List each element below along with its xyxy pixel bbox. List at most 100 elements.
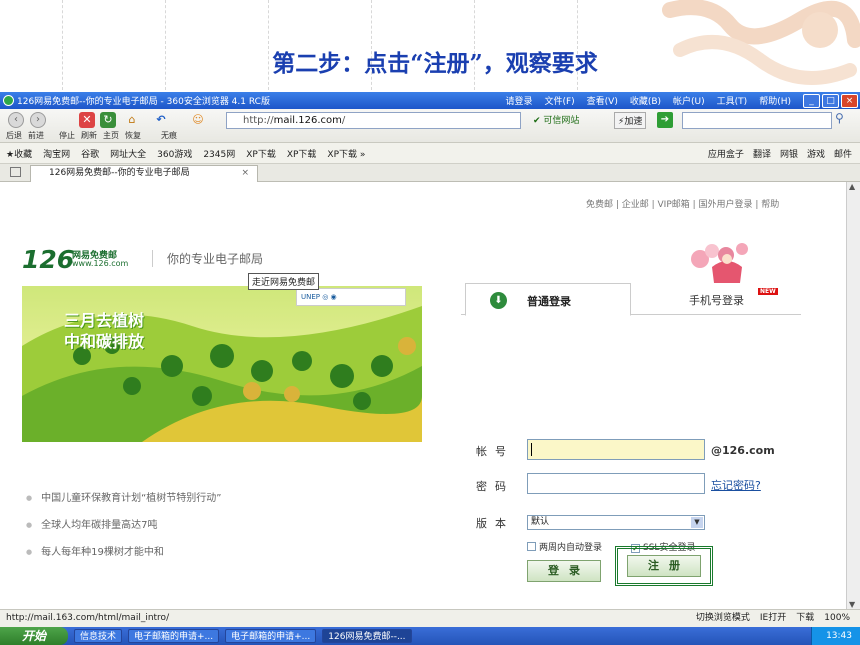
fav-xp-label: XP下载 (327, 149, 358, 160)
list-item[interactable]: 全球人均年碳排量高达7吨 (26, 516, 221, 531)
nav-labels: 后退 前进 停止 刷新 主页 恢复 无痕 (6, 130, 177, 141)
fav-google-label: 谷歌 (81, 149, 100, 160)
search-icon[interactable]: ⚲ (835, 111, 844, 125)
tab-normal-login[interactable]: ⬇ 普通登录 (465, 283, 631, 316)
tab-126mail[interactable]: 126网易免费邮--你的专业电子邮局 × (30, 165, 258, 182)
menu-account[interactable]: 帐户(U) (673, 94, 705, 107)
navigation-toolbar: ‹ › ✕ ↻ ⌂ ↶ ☺ 后退 前进 停止 刷新 主页 恢复 无痕 http:… (0, 109, 860, 143)
stop-icon[interactable]: ✕ (79, 112, 95, 128)
netbank[interactable]: 网银 (780, 147, 798, 160)
forward-icon[interactable]: › (30, 112, 46, 128)
list-item[interactable]: 每人每年种19棵树才能中和 (26, 543, 221, 558)
text-cursor (531, 443, 532, 456)
address-suffix: / (341, 115, 346, 126)
app-box[interactable]: 应用盒子 (708, 147, 744, 160)
vertical-scrollbar[interactable]: ▲ ▼ (846, 182, 860, 609)
fav-hao-label: 网址大全 (110, 149, 147, 160)
logo[interactable]: 126 网易免费邮 www.126.com (22, 245, 128, 274)
refresh-icon[interactable]: ↻ (100, 112, 116, 128)
fav-xp-2[interactable]: XP下载 (287, 147, 317, 160)
favorites-bar: ★收藏 淘宝网 谷歌 网址大全 360游戏 2345网 XP下载 XP下载 XP… (0, 143, 860, 164)
menu-view[interactable]: 查看(V) (587, 94, 618, 107)
zoom-level[interactable]: 100% (824, 610, 850, 627)
account-label: 帐号 (476, 445, 514, 458)
remember-checkbox[interactable]: 两周内自动登录 (527, 540, 602, 553)
logo-number: 126 (22, 245, 75, 274)
fav-collect[interactable]: ★收藏 (6, 147, 32, 160)
menu-file[interactable]: 文件(F) (544, 94, 574, 107)
tab-mobile-login[interactable]: 手机号登录 (689, 292, 744, 308)
taskbar-item[interactable]: 126网易免费邮--... (322, 629, 412, 643)
menu-login[interactable]: 请登录 (505, 94, 532, 107)
nav-label-stop: 停止 (59, 131, 75, 140)
address-host: mail.126.com (273, 115, 342, 126)
restore-icon[interactable]: ↶ (153, 112, 169, 128)
remember-label: 两周内自动登录 (539, 543, 603, 553)
slide-title: 第二步：点击“注册”，观察要求 (272, 50, 598, 77)
fav-2345[interactable]: 2345网 (203, 147, 235, 160)
fav-xp-label: XP下载 (246, 149, 276, 160)
mail[interactable]: 邮件 (834, 147, 852, 160)
go-button[interactable]: ➔ (657, 112, 673, 128)
translate[interactable]: 翻译 (753, 147, 771, 160)
tab-list-icon[interactable] (10, 167, 21, 177)
fav-google[interactable]: 谷歌 (81, 147, 99, 160)
forgot-password-link[interactable]: 忘记密码? (711, 477, 761, 493)
taskbar-item[interactable]: 电子邮箱的申请+... (128, 629, 220, 643)
browser-window: 126网易免费邮--你的专业电子邮局 - 360安全浏览器 4.1 RC版 请登… (0, 92, 860, 645)
speedup-button[interactable]: ⚡加速 (614, 112, 647, 129)
version-value: 默认 (531, 517, 550, 527)
register-button[interactable]: 注册 (627, 555, 701, 577)
account-field[interactable] (527, 439, 705, 460)
status-url: http://mail.163.com/html/mail_intro/ (6, 613, 170, 623)
nav-label-refresh: 刷新 (81, 131, 97, 140)
close-button[interactable]: × (841, 93, 858, 108)
login-panel: ⬇ 普通登录 手机号登录 NEW 帐号 @126.com 密码 忘记密码? 版本… (461, 282, 801, 586)
fav-taobao[interactable]: 淘宝网 (43, 147, 70, 160)
download-button[interactable]: 下载 (796, 610, 814, 627)
tab-normal-label: 普通登录 (527, 295, 571, 308)
promo-banner[interactable]: 三月去植树 中和碳排放 UNEP ◎ ◉ (22, 286, 422, 442)
password-field[interactable] (527, 473, 705, 494)
partner-logos: UNEP ◎ ◉ (296, 288, 406, 306)
fav-xp-3[interactable]: XP下载 » (327, 147, 365, 160)
menu-bar: 请登录 文件(F) 查看(V) 收藏(B) 帐户(U) 工具(T) 帮助(H) (505, 94, 791, 107)
list-item[interactable]: 中国儿童环保教育计划“植树节特别行动” (26, 489, 221, 504)
nav-label-home: 主页 (103, 131, 119, 140)
top-links[interactable]: 免费邮 | 企业邮 | VIP邮箱 | 国外用户登录 | 帮助 (586, 197, 779, 210)
web-page: 免费邮 | 企业邮 | VIP邮箱 | 国外用户登录 | 帮助 126 网易免费… (0, 182, 846, 609)
fav-xp-1[interactable]: XP下载 (246, 147, 276, 160)
tab-close-icon[interactable]: × (241, 166, 249, 181)
address-bar[interactable]: http://mail.126.com/ (226, 112, 521, 129)
speedup-label: 加速 (624, 117, 643, 127)
search-input[interactable] (682, 112, 832, 129)
switch-mode-button[interactable]: 切换浏览模式 (696, 610, 750, 627)
scroll-up-icon[interactable]: ▲ (849, 182, 855, 191)
taskbar-item[interactable]: 电子邮箱的申请+... (225, 629, 317, 643)
menu-help[interactable]: 帮助(H) (759, 94, 791, 107)
games[interactable]: 游戏 (807, 147, 825, 160)
fav-360game[interactable]: 360游戏 (157, 147, 192, 160)
maximize-button[interactable]: □ (822, 93, 839, 108)
back-icon[interactable]: ‹ (8, 112, 24, 128)
incognito-icon[interactable]: ☺ (190, 112, 206, 128)
menu-favorites[interactable]: 收藏(B) (630, 94, 661, 107)
tab-bar: 126网易免费邮--你的专业电子邮局 × (0, 164, 860, 182)
version-select[interactable]: 默认 ▼ (527, 515, 705, 530)
start-button[interactable]: 开始 (0, 627, 68, 645)
menu-tools[interactable]: 工具(T) (717, 94, 748, 107)
fav-hao[interactable]: 网址大全 (110, 147, 146, 160)
browser-icon (3, 95, 14, 106)
login-button[interactable]: 登录 (527, 560, 601, 582)
scroll-down-icon[interactable]: ▼ (849, 600, 855, 609)
home-icon[interactable]: ⌂ (124, 112, 140, 128)
ie-open-button[interactable]: IE打开 (760, 610, 786, 627)
promo-line-2: 中和碳排放 (64, 332, 145, 351)
taskbar-item[interactable]: 信息技术 (74, 629, 123, 643)
minimize-button[interactable]: _ (803, 93, 820, 108)
favorites-right: 应用盒子 翻译 网银 游戏 邮件 (708, 147, 852, 160)
system-tray: 13:43 (811, 627, 860, 645)
version-label: 版本 (476, 517, 514, 530)
status-right: 切换浏览模式 IE打开 下载 100% (696, 610, 850, 627)
new-badge: NEW (758, 288, 778, 295)
